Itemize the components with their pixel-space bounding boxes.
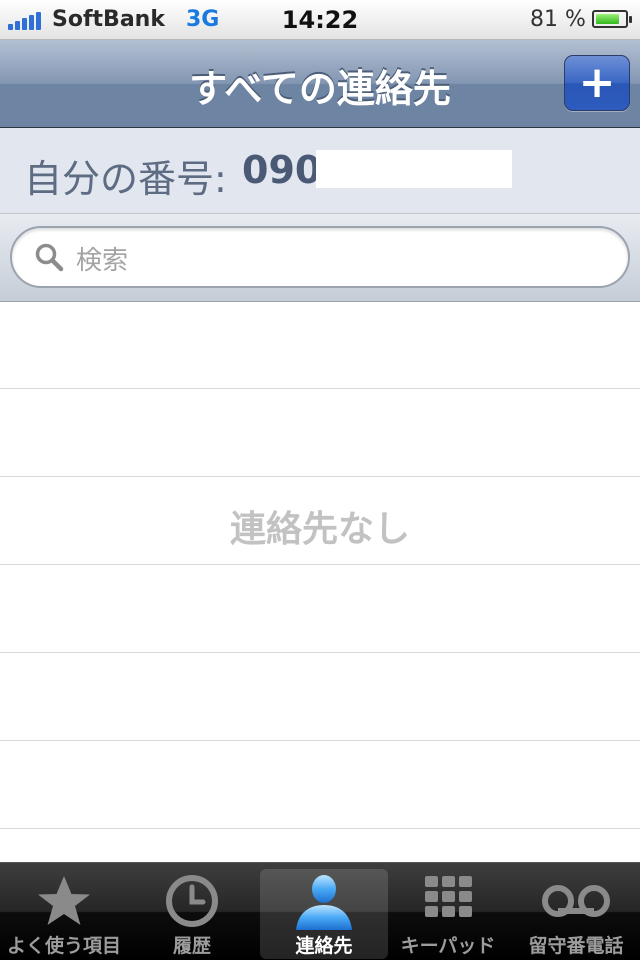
redacted-number-mask [316, 150, 512, 188]
my-number-row: 自分の番号: 090 [0, 128, 640, 214]
search-placeholder: 検索 [76, 246, 129, 276]
battery-level-fill [596, 14, 619, 24]
my-number-value: 090 [242, 148, 322, 192]
tab-label: 履歴 [172, 935, 211, 957]
list-divider [0, 740, 640, 741]
star-icon [38, 876, 90, 925]
page-title: すべての連絡先 [189, 67, 451, 111]
keypad-icon [425, 876, 472, 917]
voicemail-icon [542, 885, 610, 917]
tab-label: よく使う項目 [6, 935, 121, 957]
clock-icon [166, 875, 218, 927]
search-bar: 検索 [0, 214, 640, 302]
tab-recents[interactable]: 履歴 [128, 869, 256, 959]
tab-favorites[interactable]: よく使う項目 [0, 869, 128, 959]
empty-state-message: 連絡先なし [229, 509, 410, 550]
list-divider [0, 652, 640, 653]
list-divider [0, 388, 640, 389]
tab-label: 連絡先 [295, 935, 353, 957]
my-number-label: 自分の番号: [24, 157, 227, 201]
list-divider [0, 476, 640, 477]
tab-voicemail[interactable]: 留守番電話 [512, 869, 640, 959]
search-icon [35, 243, 64, 272]
status-bar: SoftBank 3G 14:22 81 % [0, 0, 640, 40]
list-divider [0, 564, 640, 565]
navigation-bar: すべての連絡先 + [0, 40, 640, 128]
tab-label: キーパッド [400, 935, 496, 957]
contact-list[interactable]: 連絡先なし [0, 302, 640, 862]
tab-contacts[interactable]: 連絡先 [260, 869, 388, 959]
battery-icon [592, 10, 632, 28]
person-icon [296, 875, 352, 930]
tab-keypad[interactable]: キーパッド [384, 869, 512, 959]
plus-icon: + [578, 57, 616, 108]
add-contact-button[interactable]: + [564, 55, 630, 111]
battery-percent: 81 % [530, 7, 586, 32]
search-input[interactable]: 検索 [10, 226, 630, 288]
list-divider [0, 828, 640, 829]
tab-label: 留守番電話 [528, 935, 624, 957]
tab-bar: よく使う項目 履歴 連絡先 キーパッド 留守番電話 [0, 862, 640, 960]
